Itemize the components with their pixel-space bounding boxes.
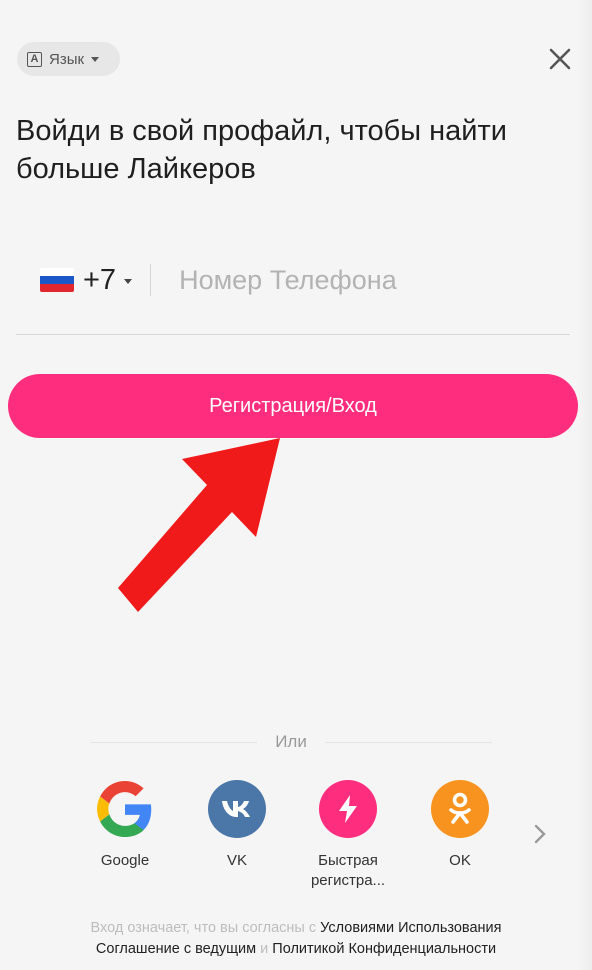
terms-link[interactable]: Условиями Использования — [320, 920, 501, 936]
phone-underline — [16, 334, 570, 335]
legal-text: Вход означает, что вы согласны с Условия… — [30, 918, 562, 960]
social-label: OK — [449, 852, 471, 869]
social-quick-register[interactable]: Быстрая регистра... — [303, 780, 393, 891]
language-label: Язык — [49, 50, 85, 68]
social-label: Быстрая регистра... — [310, 852, 386, 889]
screen-edge — [578, 0, 592, 970]
privacy-link[interactable]: Политикой Конфиденциальности — [272, 941, 496, 957]
phone-divider — [150, 264, 152, 296]
or-line-left — [90, 741, 258, 743]
social-google[interactable]: Google — [80, 780, 170, 871]
social-ok[interactable]: OK — [415, 780, 505, 871]
more-social-button[interactable] — [532, 822, 548, 851]
social-vk[interactable]: VK — [192, 780, 282, 871]
or-text: Или — [275, 732, 307, 751]
or-divider: Или — [90, 730, 493, 754]
close-button[interactable] — [545, 44, 575, 74]
country-code[interactable]: +7 — [83, 264, 116, 297]
page-title: Войди в свой профайл, чтобы найти больше… — [16, 115, 507, 185]
phone-field-row: +7 — [40, 255, 560, 305]
country-caret-icon[interactable] — [124, 278, 133, 284]
caret-down-icon — [91, 56, 100, 62]
google-icon — [96, 780, 154, 838]
chevron-right-icon — [534, 824, 546, 844]
legal-prefix: Вход означает, что вы согласны с — [90, 920, 317, 936]
or-line-right — [324, 741, 493, 743]
host-agreement-link[interactable]: Соглашение с ведущим — [96, 941, 256, 957]
odnoklassniki-icon — [431, 780, 489, 838]
lightning-icon — [319, 780, 377, 838]
language-button[interactable]: A Язык — [17, 42, 120, 76]
phone-input[interactable] — [179, 264, 480, 296]
legal-and: и — [260, 941, 269, 957]
social-label: VK — [226, 852, 247, 869]
russia-flag-icon[interactable] — [40, 268, 74, 292]
close-icon — [549, 48, 571, 70]
language-icon: A — [27, 51, 42, 67]
register-login-button[interactable]: Регистрация/Вход — [8, 374, 578, 438]
social-label: Google — [100, 852, 150, 869]
vk-icon — [208, 780, 266, 838]
red-arrow-annotation — [118, 438, 280, 612]
